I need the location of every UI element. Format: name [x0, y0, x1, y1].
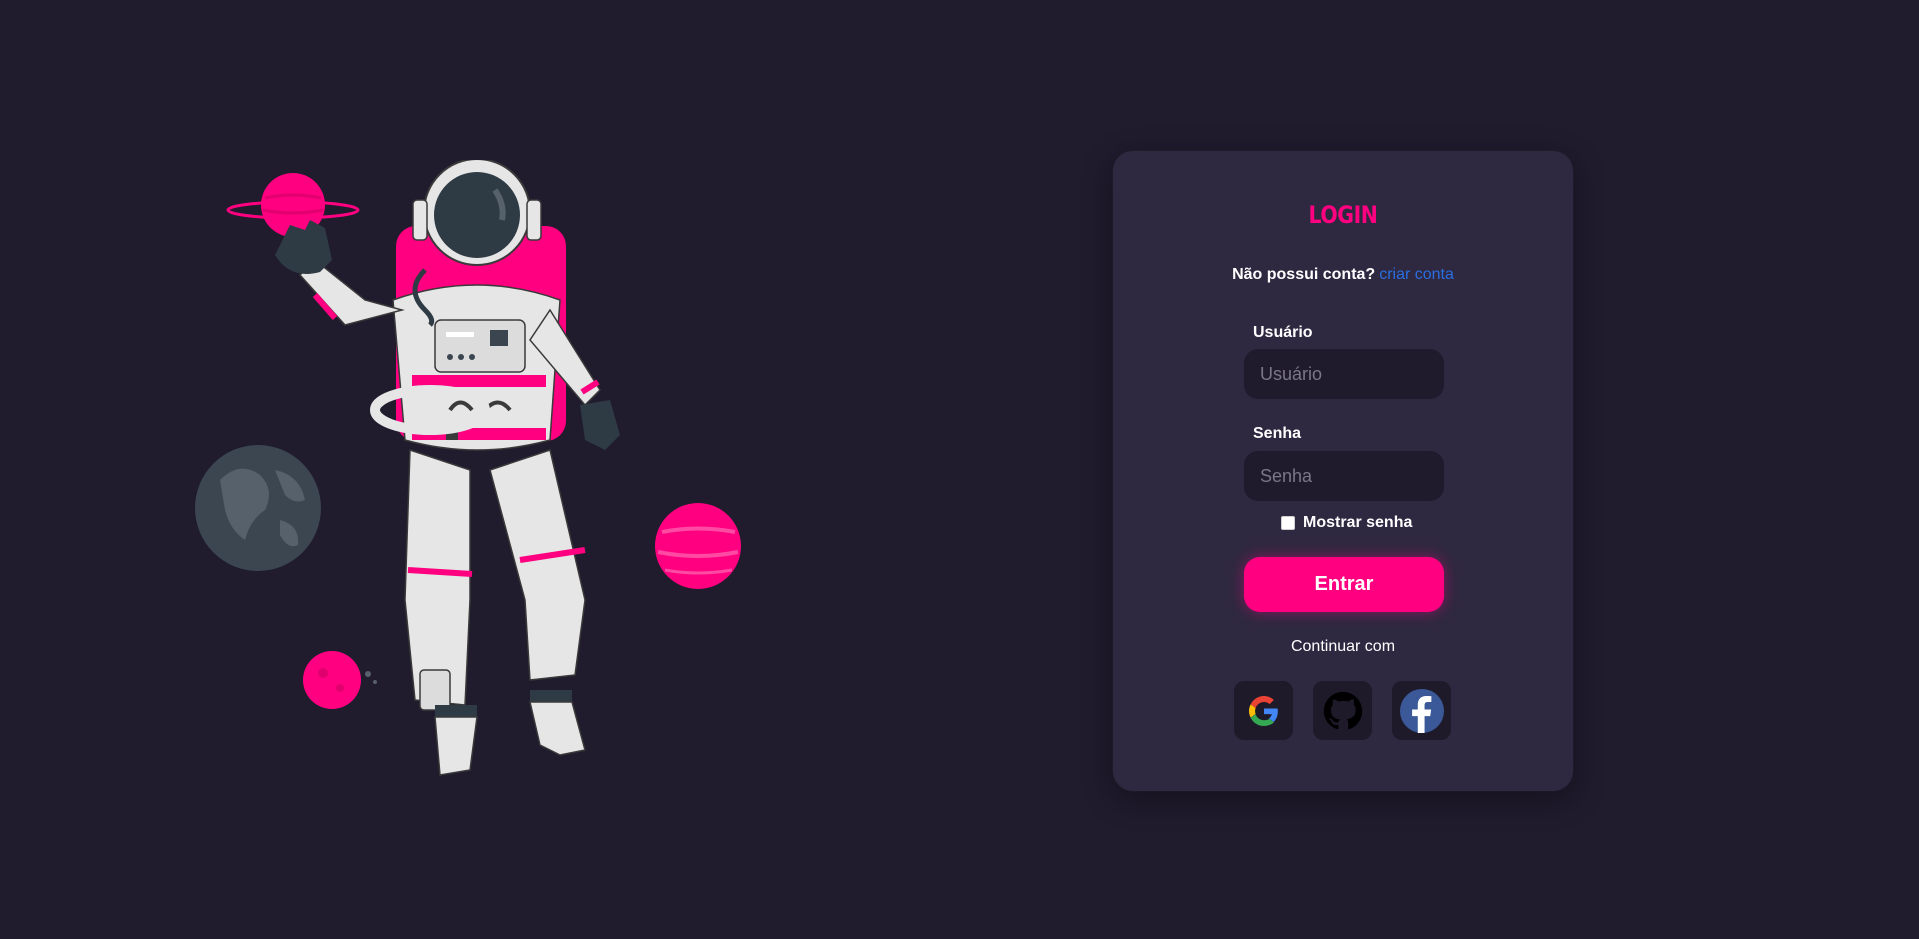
username-input[interactable] [1244, 349, 1444, 399]
password-input[interactable] [1244, 451, 1444, 501]
astronaut-illustration [180, 160, 760, 790]
earth-icon [195, 445, 321, 571]
password-label: Senha [1253, 425, 1302, 442]
social-login-row [1234, 681, 1451, 740]
show-password-toggle[interactable]: Mostrar senha [1281, 514, 1412, 532]
continue-with-text: Continuar com [1290, 638, 1396, 655]
facebook-login-button[interactable] [1392, 681, 1451, 740]
show-password-checkbox[interactable] [1281, 516, 1295, 530]
pink-planet-icon [655, 503, 741, 589]
google-icon [1248, 695, 1278, 726]
login-card: LOGIN Não possui conta? criar conta Usuár… [1113, 151, 1573, 791]
github-icon [1323, 691, 1362, 729]
facebook-icon [1399, 688, 1444, 733]
google-login-button[interactable] [1234, 681, 1293, 740]
signup-prompt: Não possui conta? criar conta [1113, 266, 1573, 284]
no-account-text: Não possui conta? [1232, 266, 1376, 283]
show-password-label: Mostrar senha [1303, 514, 1413, 531]
small-moon-icon [303, 651, 377, 709]
github-login-button[interactable] [1313, 681, 1372, 740]
login-title: LOGIN [1308, 201, 1378, 229]
submit-button[interactable]: Entrar [1244, 557, 1444, 612]
create-account-link[interactable]: criar conta [1379, 266, 1454, 283]
username-label: Usuário [1253, 324, 1313, 341]
